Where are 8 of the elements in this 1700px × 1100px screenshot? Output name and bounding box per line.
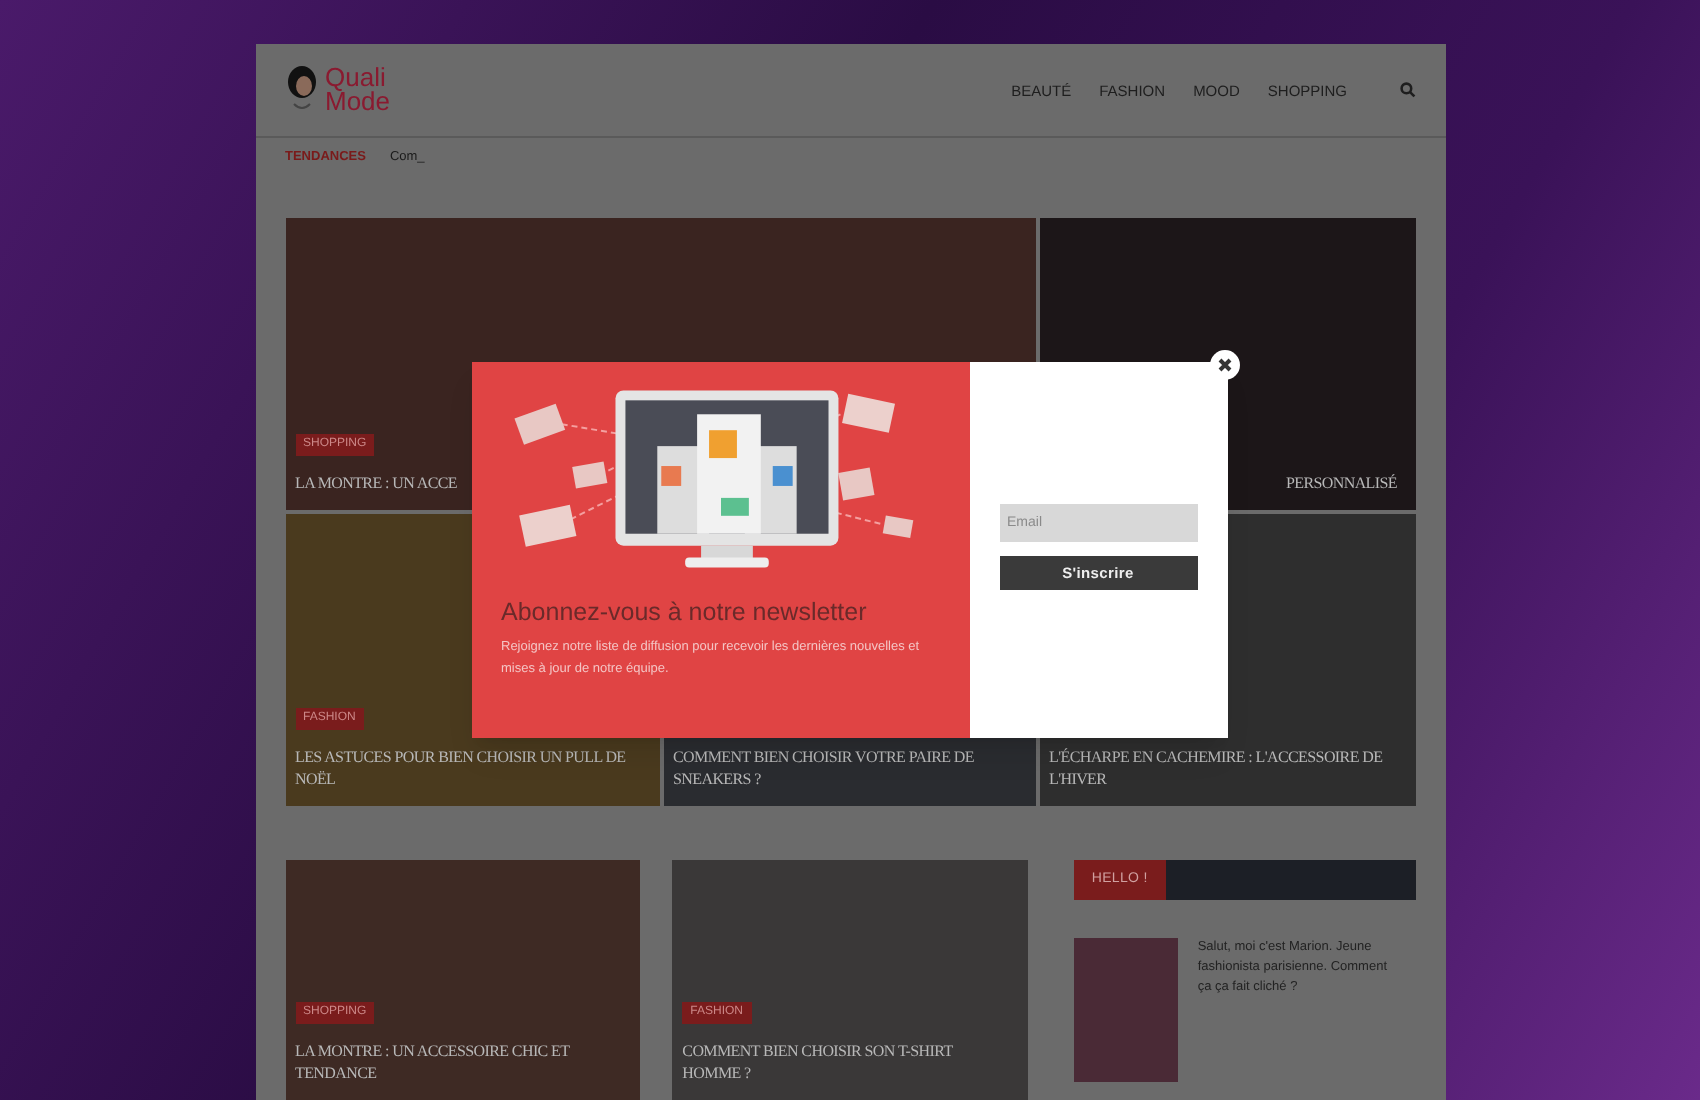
article-title: LA MONTRE : UN ACCE [295, 472, 459, 494]
article-title: COMMENT BIEN CHOISIR SON T-SHIRT HOMME ? [682, 1040, 955, 1084]
article-title: PERSONNALISÉ [1285, 472, 1399, 494]
article-title: COMMENT BIEN CHOISIR VOTRE PAIRE DE SNEAKERS ? [673, 746, 976, 790]
article-title: L'ÉCHARPE EN CACHEMIRE : L'ACCESSOIRE DE L'HIVER [1049, 746, 1385, 790]
article-title: LES ASTUCES POUR BIEN CHOISIR UN PULL DE NOËL [295, 746, 628, 790]
popup-title: Abonnez-vous à notre newsletter [501, 596, 869, 630]
article-title: LA MONTRE : UN ACCESSOIRE CHIC ET TENDANCE [295, 1040, 572, 1084]
